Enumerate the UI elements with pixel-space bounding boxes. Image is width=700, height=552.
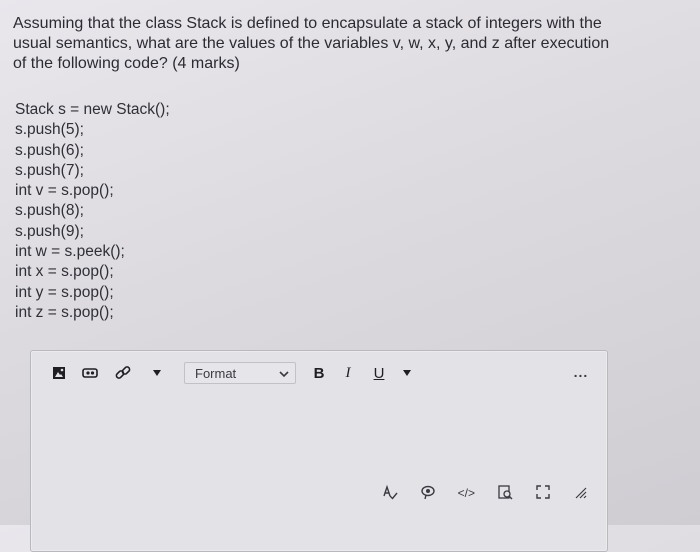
question-line: of the following code? (4 marks) xyxy=(13,55,240,72)
editor-toolbar: Format B I U ... xyxy=(31,351,607,393)
resize-handle-icon[interactable] xyxy=(573,485,587,502)
code-block: Stack s = new Stack(); s.push(5); s.push… xyxy=(15,100,315,323)
code-line: s.push(7); xyxy=(15,161,84,179)
underline-button[interactable]: U xyxy=(371,363,387,383)
code-view-icon[interactable]: </> xyxy=(458,486,475,500)
code-line: s.push(9); xyxy=(15,222,84,240)
link-icon[interactable] xyxy=(113,363,133,383)
question-text: Assuming that the class Stack is defined… xyxy=(13,14,633,74)
image-icon[interactable] xyxy=(51,365,67,381)
bold-button[interactable]: B xyxy=(311,363,327,383)
code-line: s.push(6); xyxy=(15,141,84,159)
code-line: s.push(5); xyxy=(15,121,84,139)
code-line: int x = s.pop(); xyxy=(15,263,114,281)
editor-statusbar: </> xyxy=(382,483,587,503)
format-dropdown[interactable]: Format xyxy=(184,362,296,384)
code-line: int y = s.pop(); xyxy=(15,283,114,301)
chevron-down-icon[interactable] xyxy=(401,367,413,379)
more-options-button[interactable]: ... xyxy=(569,363,593,381)
chevron-down-icon[interactable] xyxy=(151,367,163,379)
format-label: Format xyxy=(195,365,237,381)
code-line: s.push(8); xyxy=(15,202,84,220)
code-line: int z = s.pop(); xyxy=(15,303,114,321)
question-line: Assuming that the class Stack is defined… xyxy=(13,15,602,32)
spellcheck-icon[interactable] xyxy=(382,484,398,503)
code-line: int w = s.peek(); xyxy=(15,243,125,261)
media-icon[interactable] xyxy=(81,365,99,381)
fullscreen-icon[interactable] xyxy=(535,484,551,503)
code-line: Stack s = new Stack(); xyxy=(15,101,170,118)
accessibility-icon[interactable] xyxy=(420,484,436,503)
rich-text-editor[interactable]: Format B I U ... </> xyxy=(30,350,608,552)
find-replace-icon[interactable] xyxy=(497,484,513,503)
code-line: int v = s.pop(); xyxy=(15,182,114,200)
italic-button[interactable]: I xyxy=(340,363,356,383)
chevron-down-icon xyxy=(279,366,289,381)
question-line: usual semantics, what are the values of … xyxy=(13,35,610,52)
